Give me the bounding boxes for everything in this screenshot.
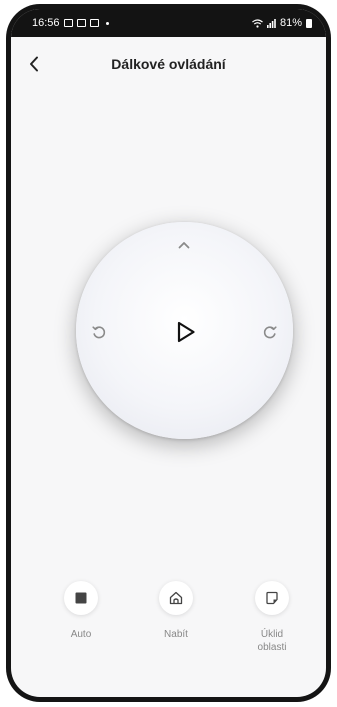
page-title: Dálkové ovládání	[111, 56, 226, 72]
header: Dálkové ovládání	[11, 41, 326, 87]
charge-button[interactable]	[159, 581, 193, 615]
chevron-up-icon	[178, 242, 190, 249]
area-clean-label: Úklid oblasti	[257, 629, 287, 653]
action-area-clean: Úklid oblasti	[227, 581, 317, 654]
battery-percent: 81%	[279, 17, 302, 29]
rotate-cw-icon	[263, 326, 277, 339]
auto-label: Auto	[70, 629, 92, 640]
signal-icon	[266, 18, 276, 28]
rotate-ccw-icon	[92, 326, 106, 339]
area-clean-icon	[266, 591, 278, 605]
message-notification-icon	[76, 19, 86, 27]
battery-icon	[306, 18, 312, 28]
stop-square-icon	[75, 592, 87, 604]
status-bar-left: 16:56	[32, 17, 109, 29]
app-screen: 16:56 81% Dálkové ovládání Auto Nabít Úk…	[11, 9, 326, 697]
phone-frame: 16:56 81% Dálkové ovládání Auto Nabít Úk…	[6, 4, 331, 702]
message-notification-icon-2	[89, 19, 99, 27]
status-bar: 16:56 81%	[11, 9, 326, 37]
status-bar-right: 81%	[252, 17, 312, 29]
charge-label: Nabít	[164, 629, 188, 640]
home-icon	[169, 591, 183, 605]
direction-dial	[76, 222, 293, 439]
start-button[interactable]	[169, 315, 203, 349]
auto-button[interactable]	[64, 581, 98, 615]
rotate-left-button[interactable]	[84, 317, 114, 347]
status-time: 16:56	[32, 17, 60, 29]
area-clean-button[interactable]	[255, 581, 289, 615]
more-notifications-dot-icon	[105, 21, 109, 25]
action-auto: Auto	[36, 581, 126, 641]
wifi-icon	[252, 18, 263, 28]
gallery-notification-icon	[63, 19, 73, 27]
action-charge: Nabít	[131, 581, 221, 641]
play-icon	[177, 321, 195, 343]
forward-button[interactable]	[169, 232, 199, 258]
rotate-right-button[interactable]	[255, 317, 285, 347]
